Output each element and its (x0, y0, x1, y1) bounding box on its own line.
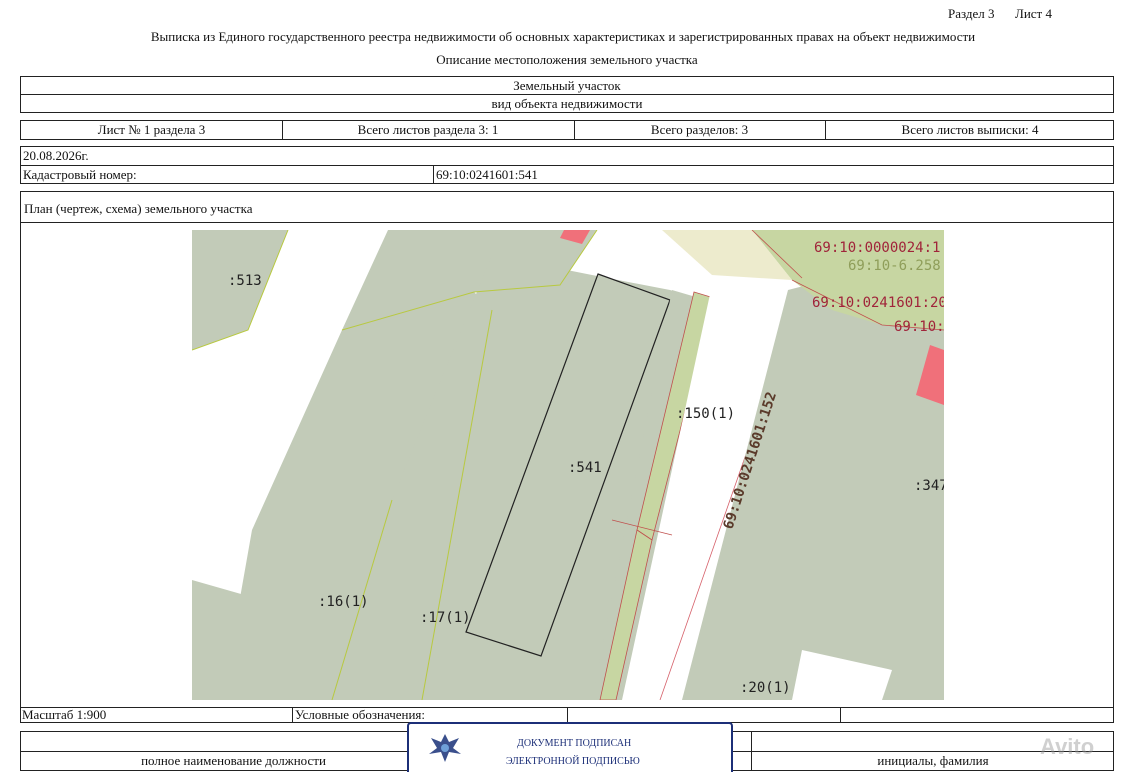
position-caption: полное наименование должности (141, 753, 326, 768)
sheets-row: Лист № 1 раздела 3 Всего листов раздела … (20, 120, 1114, 140)
label-q24: 69:10:0000024:1 (814, 240, 940, 256)
date-cadastral-box: 20.08.2026г. Кадастровый номер: 69:10:02… (20, 146, 1114, 184)
scale: Масштаб 1:900 (22, 707, 107, 722)
stamp-line-1: ДОКУМЕНТ ПОДПИСАН (517, 738, 632, 749)
label-513: :513 (228, 273, 262, 289)
plan-map: :513 :541 :150(1) :347 :16(1) :17(1) :20… (192, 230, 944, 700)
label-q2: 69:10:0241601:20 (812, 295, 944, 311)
object-type-box: Земельный участок вид объекта недвижимос… (20, 76, 1114, 113)
sheet-number: Лист 4 (1015, 6, 1052, 21)
object-type: Земельный участок (513, 78, 621, 93)
plan-title: План (чертеж, схема) земельного участка (24, 201, 253, 216)
avito-watermark: Avito (1040, 734, 1095, 759)
stamp-line-2: ЭЛЕКТРОННОЙ ПОДПИСЬЮ (506, 756, 640, 767)
document-subtitle: Описание местоположения земельного участ… (436, 52, 698, 67)
document-title: Выписка из Единого государственного реес… (150, 29, 976, 44)
label-541: :541 (568, 460, 602, 476)
scale-legend-row: Масштаб 1:900 Условные обозначения: (20, 707, 1114, 723)
label-20: :20(1) (740, 680, 791, 696)
cadastral-number: 69:10:0241601:541 (436, 167, 538, 182)
label-17: :17(1) (420, 610, 471, 626)
label-q3: 69:10: (894, 319, 944, 335)
label-q6258: 69:10-6.258 (848, 258, 941, 274)
extract-date: 20.08.2026г. (23, 148, 89, 163)
label-150: :150(1) (676, 406, 735, 422)
legend-label: Условные обозначения: (295, 707, 426, 722)
total-sheets-extract: Всего листов выписки: 4 (901, 122, 1039, 137)
total-sheets-section: Всего листов раздела 3: 1 (357, 122, 499, 137)
section-number: Раздел 3 (948, 6, 995, 21)
e-signature-stamp: ДОКУМЕНТ ПОДПИСАН ЭЛЕКТРОННОЙ ПОДПИСЬЮ (407, 722, 733, 772)
total-sections: Всего разделов: 3 (650, 122, 749, 137)
label-16: :16(1) (318, 594, 369, 610)
label-347: :347 (914, 478, 944, 494)
object-type-caption: вид объекта недвижимости (491, 96, 643, 111)
sheet-no: Лист № 1 раздела 3 (97, 122, 206, 137)
cadastral-label: Кадастровый номер: (23, 167, 137, 182)
emblem-icon (429, 734, 461, 762)
